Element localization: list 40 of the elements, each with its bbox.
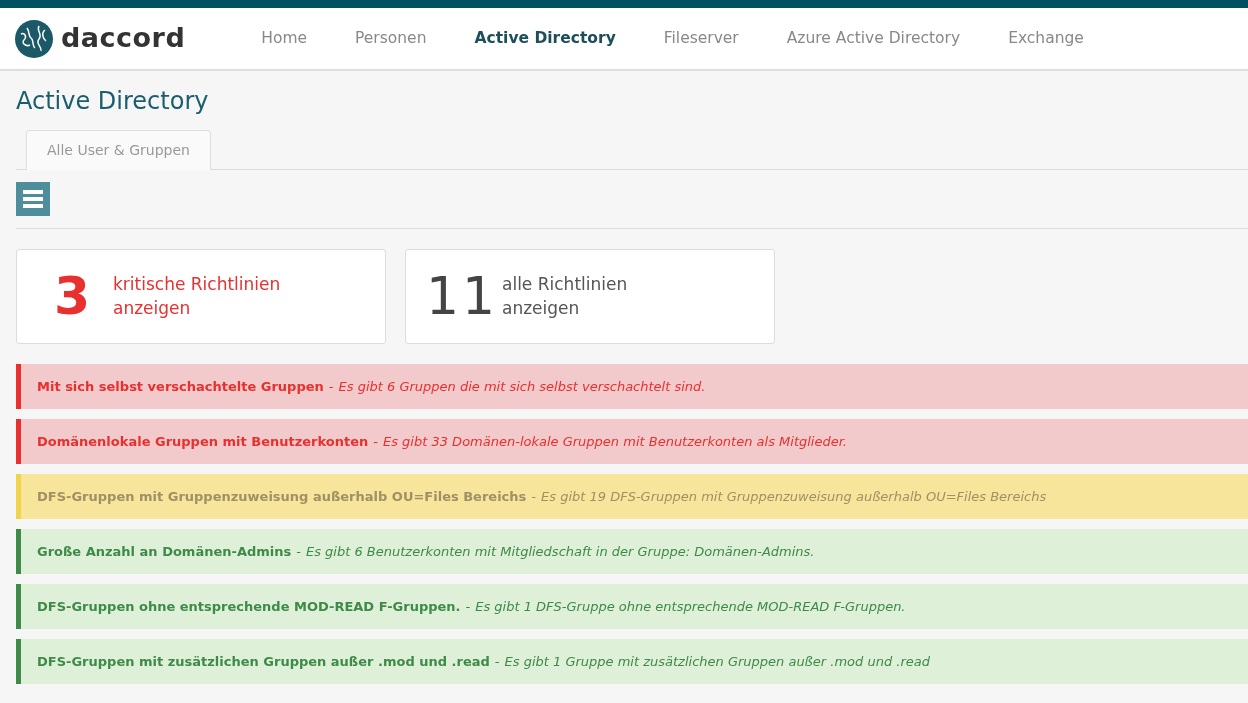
stat-count: 3 xyxy=(52,270,92,323)
alert-row[interactable]: DFS-Gruppen mit Gruppenzuweisung außerhalb OU=Files Bereichs - Es gibt 19 DFS-Gruppen mit Gruppenzuweisung außerhalb OU=Files Bereichs xyxy=(16,473,1248,519)
separator-dash: - xyxy=(531,487,537,506)
alert-title: Große Anzahl an Domänen-Admins xyxy=(37,542,292,561)
stat-label: kritische Richtlinien anzeigen xyxy=(113,272,282,321)
stat-card[interactable]: 3 kritische Richtlinien anzeigen xyxy=(16,248,386,344)
alert-row[interactable]: Große Anzahl an Domänen-Admins - Es gibt 6 Benutzerkonten mit Mitgliedschaft in der Gruppe: Domänen-Admins. xyxy=(16,528,1248,574)
brand-name: daccord xyxy=(61,21,186,56)
alert-description: Es gibt 1 Gruppe mit zusätzlichen Gruppen außer .mod und .read xyxy=(504,652,930,671)
stat-count: 11 xyxy=(426,270,496,323)
nav-link[interactable]: Active Directory xyxy=(450,26,640,51)
alert-description: Es gibt 33 Domänen-lokale Gruppen mit Benutzerkonten als Mitglieder. xyxy=(383,432,847,451)
separator-dash: - xyxy=(328,377,334,396)
nav-link[interactable]: Home xyxy=(237,26,332,51)
tab[interactable]: Alle User & Gruppen xyxy=(26,129,211,170)
separator-dash: - xyxy=(296,542,301,561)
alert-description: Es gibt 1 DFS-Gruppe ohne entsprechende MOD-READ F-Gruppen. xyxy=(475,597,906,616)
nav-link[interactable]: Fileserver xyxy=(639,26,763,51)
alert-row[interactable]: Mit sich selbst verschachtelte Gruppen - Es gibt 6 Gruppen die mit sich selbst verschachtelt sind. xyxy=(16,363,1248,409)
alert-title: Mit sich selbst verschachtelte Gruppen xyxy=(37,377,324,396)
alert-row[interactable]: Domänenlokale Gruppen mit Benutzerkonten - Es gibt 33 Domänen-lokale Gruppen mit Benutzerkonten als Mitglieder. xyxy=(16,418,1248,464)
alert-title: DFS-Gruppen mit Gruppenzuweisung außerhalb OU=Files Bereichs xyxy=(37,487,527,506)
logo-icon xyxy=(15,19,53,58)
alert-title: Domänenlokale Gruppen mit Benutzerkonten xyxy=(37,432,369,451)
alert-row[interactable]: DFS-Gruppen mit zusätzlichen Gruppen außer .mod und .read - Es gibt 1 Gruppe mit zusätzlichen Gruppen außer .mod und .read xyxy=(16,638,1248,684)
alert-description: Es gibt 6 Gruppen die mit sich selbst verschachtelt sind. xyxy=(338,377,706,396)
nav-link[interactable]: Azure Active Directory xyxy=(762,26,985,51)
page-title: Active Directory xyxy=(16,87,210,116)
separator-dash: - xyxy=(494,652,500,671)
stat-label: alle Richtlinien anzeigen xyxy=(502,272,629,321)
alert-title: DFS-Gruppen mit zusätzlichen Gruppen außer .mod und .read xyxy=(37,652,490,671)
alert-description: Es gibt 6 Benutzerkonten mit Mitgliedschaft in der Gruppe: Domänen-Admins. xyxy=(306,542,815,561)
alert-title: DFS-Gruppen ohne entsprechende MOD-READ F-Gruppen. xyxy=(37,597,461,616)
separator-dash: - xyxy=(373,432,378,451)
menu-button[interactable] xyxy=(16,181,50,216)
separator-dash: - xyxy=(465,597,471,616)
nav-link[interactable]: Personen xyxy=(331,26,451,51)
alert-row[interactable]: DFS-Gruppen ohne entsprechende MOD-READ F-Gruppen. - Es gibt 1 DFS-Gruppe ohne entsprechende MOD-READ F-Gruppen. xyxy=(16,583,1248,629)
nav-link[interactable]: Exchange xyxy=(984,26,1108,51)
alert-description: Es gibt 19 DFS-Gruppen mit Gruppenzuweisung außerhalb OU=Files Bereichs xyxy=(541,487,1047,506)
